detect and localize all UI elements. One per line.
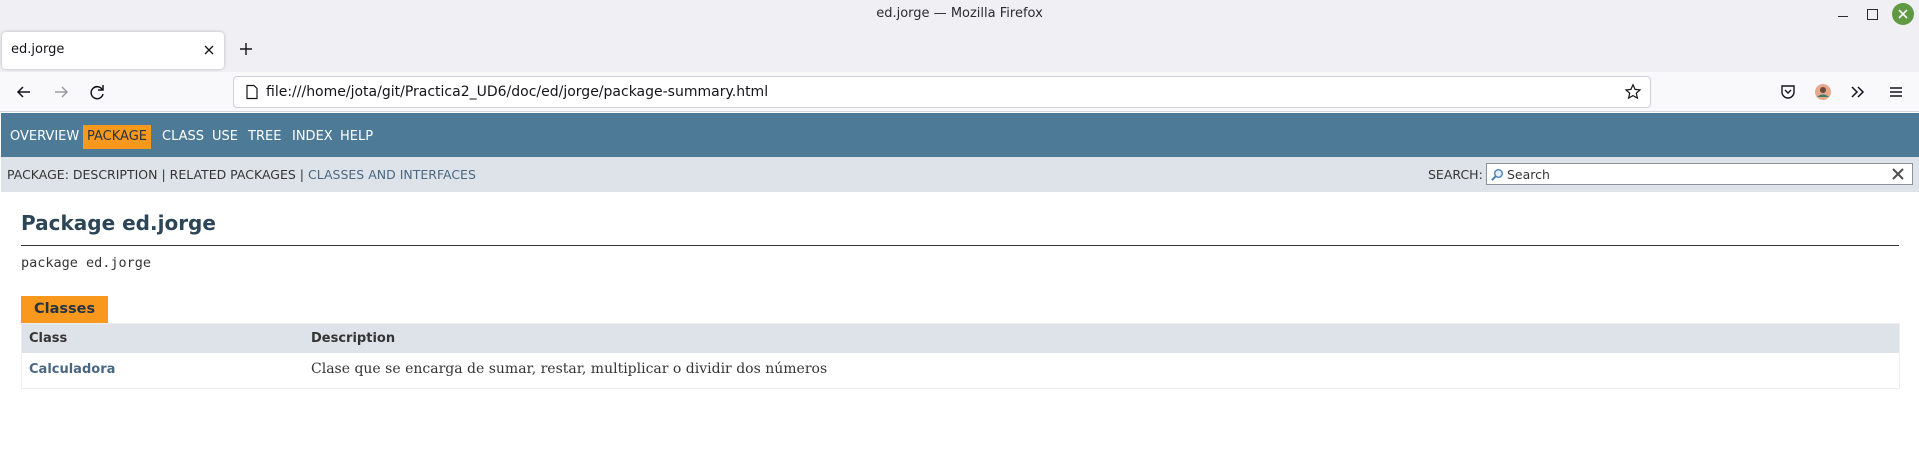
account-avatar-icon[interactable] (1812, 81, 1834, 103)
javadoc-sub-nav: PACKAGE: DESCRIPTION | RELATED PACKAGES … (1, 157, 1919, 192)
page-title: Package ed.jorge (21, 211, 216, 235)
subnav-prefix: PACKAGE: DESCRIPTION | RELATED PACKAGES … (7, 167, 308, 182)
window-titlebar: ed.jorge — Mozilla Firefox (0, 0, 1919, 29)
url-bar[interactable]: file:///home/jota/git/Practica2_UD6/doc/… (233, 76, 1651, 108)
search-box[interactable] (1486, 163, 1913, 185)
javadoc-top-nav: OVERVIEW PACKAGE CLASS USE TREE INDEX HE… (1, 113, 1919, 157)
nav-overview[interactable]: OVERVIEW (7, 125, 82, 149)
classes-and-interfaces-link[interactable]: CLASSES AND INTERFACES (308, 167, 476, 182)
browser-tab[interactable]: ed.jorge (2, 32, 224, 69)
column-header-description: Description (311, 331, 396, 346)
page-icon (244, 84, 260, 100)
class-description: Clase que se encarga de sumar, restar, m… (311, 361, 828, 377)
column-header-class: Class (29, 331, 68, 346)
bookmark-star-icon[interactable] (1624, 83, 1642, 101)
class-summary-table: Class Description Calculadora Clase que … (21, 323, 1900, 389)
search-input[interactable] (1507, 165, 1887, 183)
url-text[interactable]: file:///home/jota/git/Practica2_UD6/doc/… (266, 84, 768, 100)
maximize-icon[interactable] (1862, 4, 1882, 24)
search-icon (1490, 167, 1504, 181)
nav-tree[interactable]: TREE (245, 125, 284, 149)
back-arrow-icon[interactable] (13, 81, 35, 103)
pocket-icon[interactable] (1777, 81, 1799, 103)
class-link-calculadora[interactable]: Calculadora (29, 362, 115, 377)
package-declaration: package ed.jorge (21, 255, 152, 271)
hamburger-menu-icon[interactable] (1885, 81, 1907, 103)
window-title: ed.jorge — Mozilla Firefox (876, 6, 1043, 21)
nav-use[interactable]: USE (209, 125, 241, 149)
nav-class[interactable]: CLASS (159, 125, 207, 149)
navigation-toolbar: file:///home/jota/git/Practica2_UD6/doc/… (0, 72, 1919, 112)
title-divider (21, 245, 1899, 246)
close-window-icon[interactable] (1892, 3, 1914, 25)
reload-icon[interactable] (86, 81, 108, 103)
new-tab-icon[interactable] (233, 36, 259, 62)
forward-arrow-icon[interactable] (50, 81, 72, 103)
close-tab-icon[interactable] (200, 41, 218, 59)
tab-label: ed.jorge (11, 42, 65, 57)
reset-search-icon[interactable] (1890, 166, 1906, 182)
minimize-icon[interactable] (1833, 4, 1853, 24)
table-row: Calculadora Clase que se encarga de suma… (22, 353, 1899, 388)
table-header: Class Description (22, 324, 1899, 353)
subnav-links: PACKAGE: DESCRIPTION | RELATED PACKAGES … (7, 167, 476, 182)
tab-bar: ed.jorge (0, 29, 1919, 72)
nav-help[interactable]: HELP (337, 125, 376, 149)
search-label: SEARCH: (1428, 167, 1483, 182)
overflow-chevron-icon[interactable] (1847, 81, 1869, 103)
classes-caption: Classes (21, 296, 109, 323)
nav-package: PACKAGE (83, 125, 151, 149)
nav-index[interactable]: INDEX (289, 125, 336, 149)
